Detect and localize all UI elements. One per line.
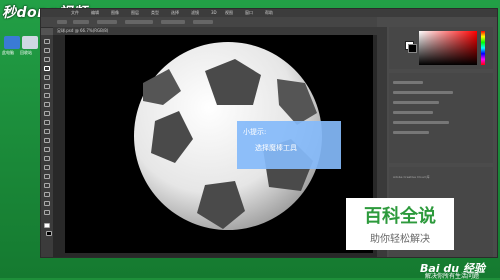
property-row[interactable] bbox=[393, 81, 423, 84]
history-brush-tool-icon[interactable] bbox=[44, 120, 50, 125]
baidu-jingyan-tagline: 解决你所有生活问题 bbox=[425, 273, 480, 280]
menu-select[interactable]: 选择 bbox=[171, 10, 179, 16]
zoom-tool-icon[interactable] bbox=[44, 210, 50, 215]
path-select-tool-icon[interactable] bbox=[44, 183, 50, 188]
background-color-swatch[interactable] bbox=[46, 231, 52, 236]
menu-3d[interactable]: 3D bbox=[211, 10, 217, 15]
type-tool-icon[interactable] bbox=[44, 174, 50, 179]
crop-tool-icon[interactable] bbox=[44, 75, 50, 80]
property-row[interactable] bbox=[393, 101, 439, 104]
healing-tool-icon[interactable] bbox=[44, 93, 50, 98]
move-tool-icon[interactable] bbox=[44, 39, 50, 44]
properties-panel bbox=[389, 73, 493, 163]
hint-title: 小提示: bbox=[243, 128, 267, 136]
this-pc-icon[interactable] bbox=[4, 36, 20, 49]
color-bg-swatch[interactable] bbox=[408, 44, 417, 53]
baike-subtitle: 助你轻松解决 bbox=[370, 234, 430, 245]
marquee-tool-icon[interactable] bbox=[44, 48, 50, 53]
eraser-tool-icon[interactable] bbox=[44, 129, 50, 134]
document-tab[interactable]: 足球.psd @ 66.7%(RGB/8) bbox=[53, 27, 377, 35]
hue-slider[interactable] bbox=[481, 31, 485, 65]
property-row[interactable] bbox=[393, 91, 453, 94]
libraries-text: Adobe Creative Cloud 库 bbox=[393, 175, 430, 179]
option-control[interactable] bbox=[97, 20, 117, 24]
option-control[interactable] bbox=[57, 20, 67, 24]
hint-box: 小提示: 选择魔棒工具 bbox=[237, 121, 341, 169]
menu-layer[interactable]: 图层 bbox=[131, 10, 139, 16]
magic-wand-tool-icon[interactable] bbox=[44, 66, 50, 71]
desktop: 秒dong视频 此电脑 回收站 文件 编辑 图像 图层 类型 选择 滤镜 3D … bbox=[0, 0, 500, 280]
menu-image[interactable]: 图像 bbox=[111, 10, 119, 16]
property-row[interactable] bbox=[393, 131, 429, 134]
option-control[interactable] bbox=[73, 20, 89, 24]
blur-tool-icon[interactable] bbox=[44, 147, 50, 152]
shape-tool-icon[interactable] bbox=[44, 192, 50, 197]
menu-type[interactable]: 类型 bbox=[151, 10, 159, 16]
foreground-color-swatch[interactable] bbox=[44, 223, 50, 228]
hint-body: 选择魔棒工具 bbox=[255, 144, 297, 152]
recycle-bin-label: 回收站 bbox=[20, 50, 32, 55]
menu-bar: 文件 编辑 图像 图层 类型 选择 滤镜 3D 视图 窗口 帮助 bbox=[41, 9, 497, 17]
brush-tool-icon[interactable] bbox=[44, 102, 50, 107]
recycle-bin-icon[interactable] bbox=[22, 36, 38, 49]
option-control[interactable] bbox=[193, 20, 213, 24]
lasso-tool-icon[interactable] bbox=[44, 57, 50, 62]
dodge-tool-icon[interactable] bbox=[44, 156, 50, 161]
menu-edit[interactable]: 编辑 bbox=[91, 10, 99, 16]
menu-filter[interactable]: 滤镜 bbox=[191, 10, 199, 16]
stamp-tool-icon[interactable] bbox=[44, 111, 50, 116]
baike-overlay: 百科全说 助你轻松解决 bbox=[346, 198, 454, 250]
eyedropper-tool-icon[interactable] bbox=[44, 84, 50, 89]
menu-help[interactable]: 帮助 bbox=[265, 10, 273, 16]
option-control[interactable] bbox=[125, 20, 153, 24]
document-tab-label: 足球.psd @ 66.7%(RGB/8) bbox=[57, 28, 109, 33]
menu-file[interactable]: 文件 bbox=[71, 10, 79, 16]
this-pc-label: 此电脑 bbox=[2, 50, 14, 55]
pen-tool-icon[interactable] bbox=[44, 165, 50, 170]
menu-window[interactable]: 窗口 bbox=[245, 10, 253, 16]
option-control[interactable] bbox=[161, 20, 185, 24]
property-row[interactable] bbox=[393, 111, 433, 114]
color-panel bbox=[389, 27, 493, 69]
menu-view[interactable]: 视图 bbox=[225, 10, 233, 16]
hand-tool-icon[interactable] bbox=[44, 201, 50, 206]
property-row[interactable] bbox=[393, 121, 449, 124]
tools-panel bbox=[41, 35, 53, 257]
color-picker-field[interactable] bbox=[419, 31, 477, 65]
gradient-tool-icon[interactable] bbox=[44, 138, 50, 143]
baike-title: 百科全说 bbox=[364, 206, 436, 227]
